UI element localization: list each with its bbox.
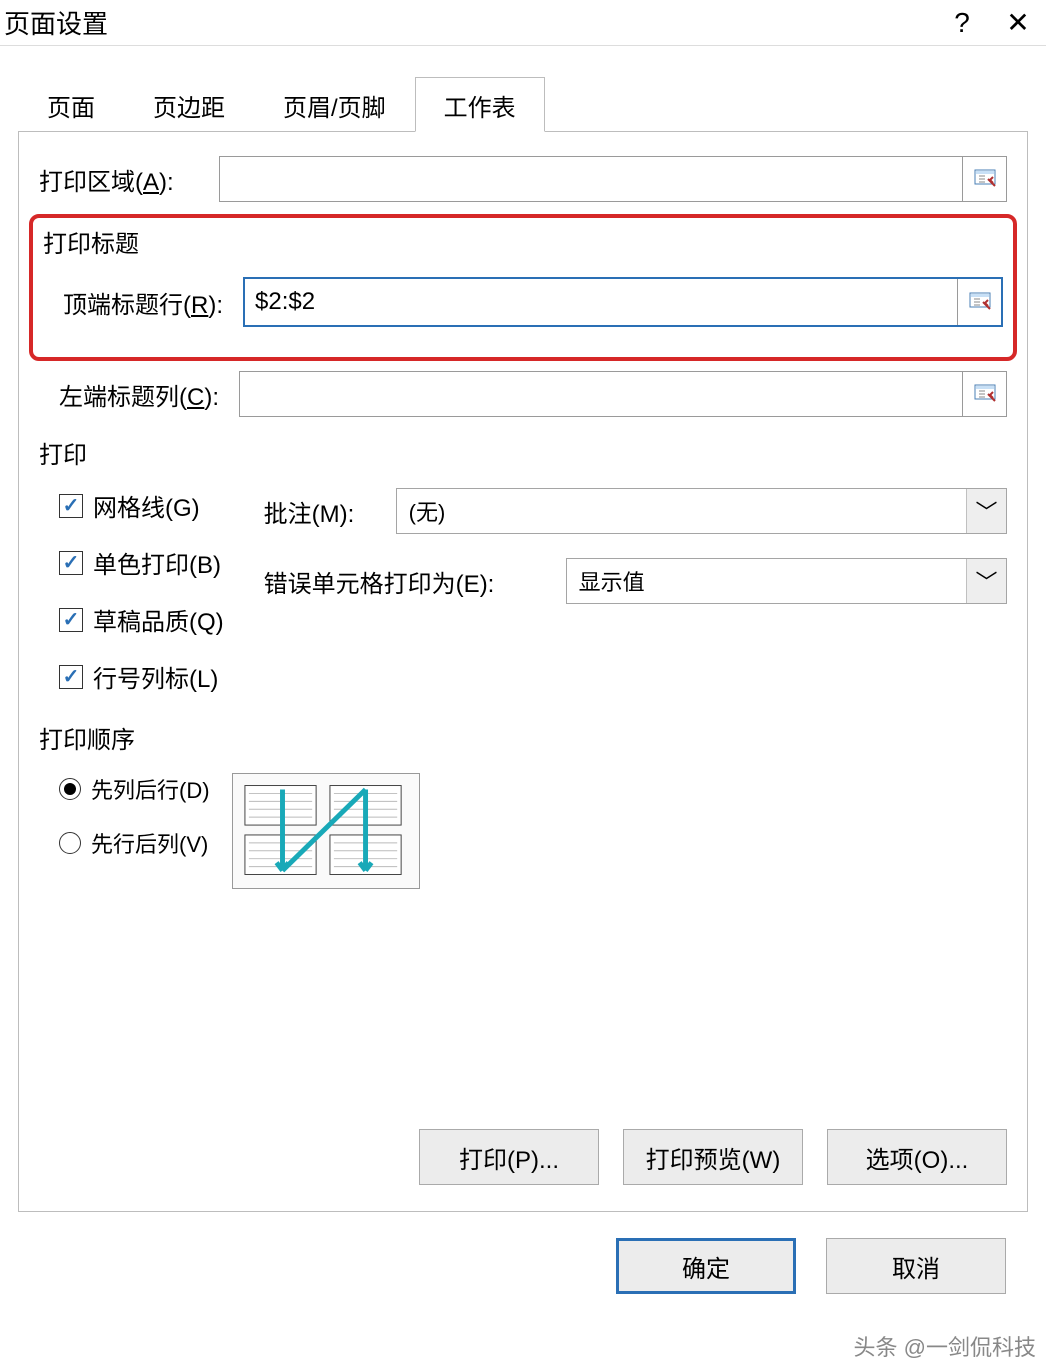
print-area-row: 打印区域(A): [39, 156, 1007, 202]
collapse-dialog-icon[interactable] [957, 279, 1001, 325]
checkbox-icon [59, 494, 83, 518]
comments-select[interactable]: (无) ﹀ [396, 488, 1007, 534]
comments-label: 批注(M): [264, 494, 384, 529]
cancel-button[interactable]: 取消 [826, 1238, 1006, 1294]
collapse-dialog-icon[interactable] [963, 156, 1007, 202]
top-row-input[interactable] [245, 279, 957, 325]
titlebar: 页面设置 ? ✕ [0, 0, 1046, 46]
watermark: 头条 @一剑侃科技 [854, 1330, 1036, 1362]
chevron-down-icon: ﹀ [966, 559, 1006, 603]
radio-icon [59, 832, 81, 854]
tab-content: 打印区域(A): 打印标题 顶端标题行(R): [18, 132, 1028, 1212]
radio-icon [59, 778, 81, 800]
check-blackwhite[interactable]: 单色打印(B) [59, 545, 224, 580]
tab-strip: 页面 页边距 页眉/页脚 工作表 [18, 76, 1028, 132]
collapse-dialog-icon[interactable] [963, 371, 1007, 417]
errors-label: 错误单元格打印为(E): [264, 564, 554, 599]
top-row-label: 顶端标题行(R): [43, 285, 243, 320]
left-col-input[interactable] [239, 371, 963, 417]
errors-select[interactable]: 显示值 ﹀ [566, 558, 1007, 604]
print-section-label: 打印 [39, 435, 1007, 470]
close-button[interactable]: ✕ [990, 0, 1046, 46]
checkbox-icon [59, 665, 83, 689]
checkbox-icon [59, 608, 83, 632]
radio-down-then-over[interactable]: 先列后行(D) [59, 773, 210, 805]
page-order-preview-icon [232, 773, 420, 889]
print-titles-highlight: 打印标题 顶端标题行(R): [29, 214, 1017, 361]
help-button[interactable]: ? [934, 0, 990, 46]
check-draft[interactable]: 草稿品质(Q) [59, 602, 224, 637]
options-button[interactable]: 选项(O)... [827, 1129, 1007, 1185]
check-gridlines[interactable]: 网格线(G) [59, 488, 224, 523]
left-col-row: 左端标题列(C): [39, 371, 1007, 417]
tab-headerfooter[interactable]: 页眉/页脚 [254, 77, 415, 132]
tab-sheet[interactable]: 工作表 [415, 77, 545, 132]
check-rowcol-headings[interactable]: 行号列标(L) [59, 659, 224, 694]
print-button[interactable]: 打印(P)... [419, 1129, 599, 1185]
order-section-label: 打印顺序 [39, 720, 1007, 755]
print-preview-button[interactable]: 打印预览(W) [623, 1129, 803, 1185]
print-area-label: 打印区域(A): [39, 162, 219, 197]
print-titles-section-label: 打印标题 [43, 224, 1003, 259]
left-col-label: 左端标题列(C): [39, 377, 239, 412]
dialog-title: 页面设置 [0, 4, 108, 41]
radio-over-then-down[interactable]: 先行后列(V) [59, 827, 210, 859]
top-row-row: 顶端标题行(R): [43, 277, 1003, 327]
checkbox-icon [59, 551, 83, 575]
print-area-input[interactable] [219, 156, 963, 202]
tab-page[interactable]: 页面 [18, 77, 124, 132]
tab-margin[interactable]: 页边距 [124, 77, 254, 132]
chevron-down-icon: ﹀ [966, 489, 1006, 533]
ok-button[interactable]: 确定 [616, 1238, 796, 1294]
